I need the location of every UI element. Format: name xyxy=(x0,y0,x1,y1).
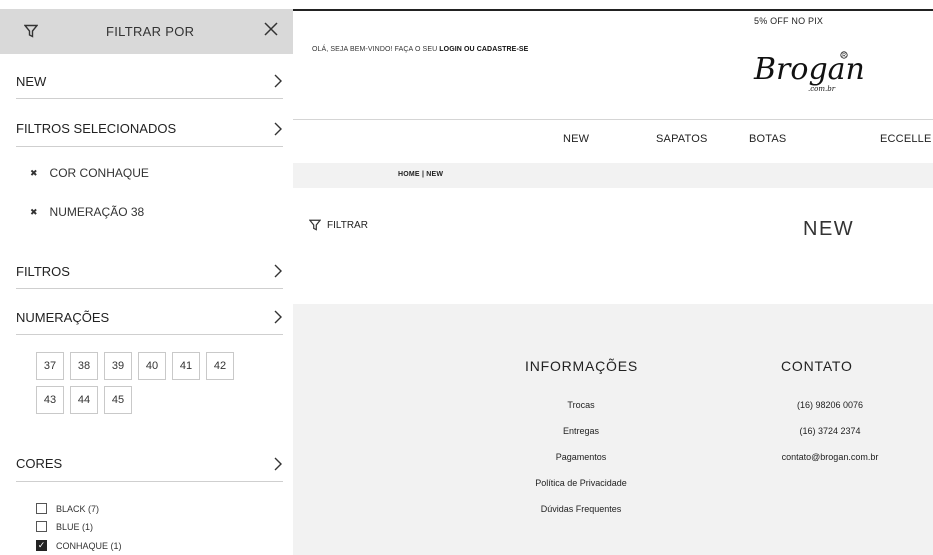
footer-link-duvidas[interactable]: Dúvidas Frequentes xyxy=(501,504,661,514)
welcome-message: OLÁ, SEJA BEM-VINDO! FAÇA O SEU LOGIN OU… xyxy=(312,46,528,53)
login-register-link[interactable]: LOGIN OU CADASTRE-SE xyxy=(439,46,528,53)
remove-icon[interactable]: ✖ xyxy=(30,168,38,179)
section-new[interactable]: NEW xyxy=(16,64,283,99)
size-option[interactable]: 38 xyxy=(70,352,98,380)
size-option[interactable]: 37 xyxy=(36,352,64,380)
chevron-right-icon xyxy=(274,310,282,324)
size-option[interactable]: 44 xyxy=(70,386,98,414)
footer-phone-1[interactable]: (16) 98206 0076 xyxy=(750,400,910,410)
chevron-right-icon xyxy=(274,74,282,88)
remove-icon[interactable]: ✖ xyxy=(30,207,38,218)
brogan-logo[interactable]: Brogan .com.br R xyxy=(748,45,868,100)
breadcrumb-bar xyxy=(293,163,933,188)
selected-filter-label: COR CONHAQUE xyxy=(49,166,149,180)
funnel-icon xyxy=(24,24,38,38)
footer: INFORMAÇÕES Trocas Entregas Pagamentos P… xyxy=(293,304,933,555)
color-option[interactable]: BLUE (1) xyxy=(36,521,93,532)
svg-text:R: R xyxy=(842,53,846,59)
color-option-label: BLUE (1) xyxy=(56,521,94,532)
color-option[interactable]: BLACK (7) xyxy=(36,503,99,514)
color-option-label: CONHAQUE (1) xyxy=(56,540,122,551)
main-content: OLÁ, SEJA BEM-VINDO! FAÇA O SEU LOGIN OU… xyxy=(293,0,933,555)
promo-banner: 5% OFF NO PIX xyxy=(754,16,824,26)
footer-info-title: INFORMAÇÕES xyxy=(525,358,639,374)
footer-email[interactable]: contato@brogan.com.br xyxy=(750,452,910,462)
checkbox[interactable] xyxy=(36,521,47,532)
size-option[interactable]: 43 xyxy=(36,386,64,414)
footer-link-trocas[interactable]: Trocas xyxy=(501,400,661,410)
selected-filter-size[interactable]: ✖ NUMERAÇÃO 38 xyxy=(30,205,144,219)
footer-phone-2[interactable]: (16) 3724 2374 xyxy=(750,426,910,436)
sidebar-header: FILTRAR POR xyxy=(0,9,293,54)
size-option[interactable]: 41 xyxy=(172,352,200,380)
selected-filter-color[interactable]: ✖ COR CONHAQUE xyxy=(30,166,149,180)
checkbox-checked[interactable]: ✓ xyxy=(36,540,47,551)
nav-new[interactable]: NEW xyxy=(563,133,589,145)
size-option[interactable]: 42 xyxy=(206,352,234,380)
logo-text: Brogan xyxy=(753,52,865,87)
breadcrumb[interactable]: HOME | NEW xyxy=(398,171,443,178)
funnel-icon xyxy=(309,219,321,231)
color-option[interactable]: ✓ CONHAQUE (1) xyxy=(36,540,122,551)
footer-link-entregas[interactable]: Entregas xyxy=(501,426,661,436)
nav-sapatos[interactable]: SAPATOS xyxy=(656,133,708,145)
filter-button-label: FILTRAR xyxy=(327,219,368,231)
nav-botas[interactable]: BOTAS xyxy=(749,133,786,145)
section-filters-label: FILTROS xyxy=(16,263,70,279)
size-option[interactable]: 45 xyxy=(104,386,132,414)
chevron-right-icon xyxy=(274,457,282,470)
header-divider xyxy=(293,119,933,120)
section-sizes-label: NUMERAÇÕES xyxy=(16,309,110,325)
chevron-right-icon xyxy=(274,122,282,135)
footer-contact-title: CONTATO xyxy=(781,358,853,374)
section-colors-label: CORES xyxy=(16,456,63,471)
color-option-label: BLACK (7) xyxy=(56,503,100,514)
checkbox[interactable] xyxy=(36,503,47,514)
section-sizes[interactable]: NUMERAÇÕES xyxy=(16,300,283,335)
sidebar-title: FILTRAR POR xyxy=(106,24,195,39)
welcome-text: OLÁ, SEJA BEM-VINDO! FAÇA O SEU xyxy=(312,46,440,53)
filter-sidebar: FILTRAR POR NEW FILTROS SELECIONADOS ✖ C… xyxy=(0,9,293,555)
footer-link-privacidade[interactable]: Política de Privacidade xyxy=(501,478,661,488)
size-option[interactable]: 40 xyxy=(138,352,166,380)
size-option[interactable]: 39 xyxy=(104,352,132,380)
section-new-label: NEW xyxy=(16,73,47,89)
page-title: NEW xyxy=(803,218,855,240)
section-selected-label: FILTROS SELECIONADOS xyxy=(16,121,177,136)
section-filters[interactable]: FILTROS xyxy=(16,254,283,289)
selected-filter-label: NUMERAÇÃO 38 xyxy=(49,205,145,219)
footer-link-pagamentos[interactable]: Pagamentos xyxy=(501,452,661,462)
nav-eccelle[interactable]: ECCELLE xyxy=(880,133,932,145)
close-icon[interactable] xyxy=(263,21,279,37)
logo-sub: .com.br xyxy=(808,85,836,93)
section-selected-filters[interactable]: FILTROS SELECIONADOS xyxy=(16,111,283,147)
section-colors[interactable]: CORES xyxy=(16,446,283,482)
chevron-right-icon xyxy=(274,264,282,278)
top-border xyxy=(293,9,933,11)
size-options: 37 38 39 40 41 42 43 44 45 xyxy=(36,352,251,414)
filter-button[interactable]: FILTRAR xyxy=(309,219,368,231)
